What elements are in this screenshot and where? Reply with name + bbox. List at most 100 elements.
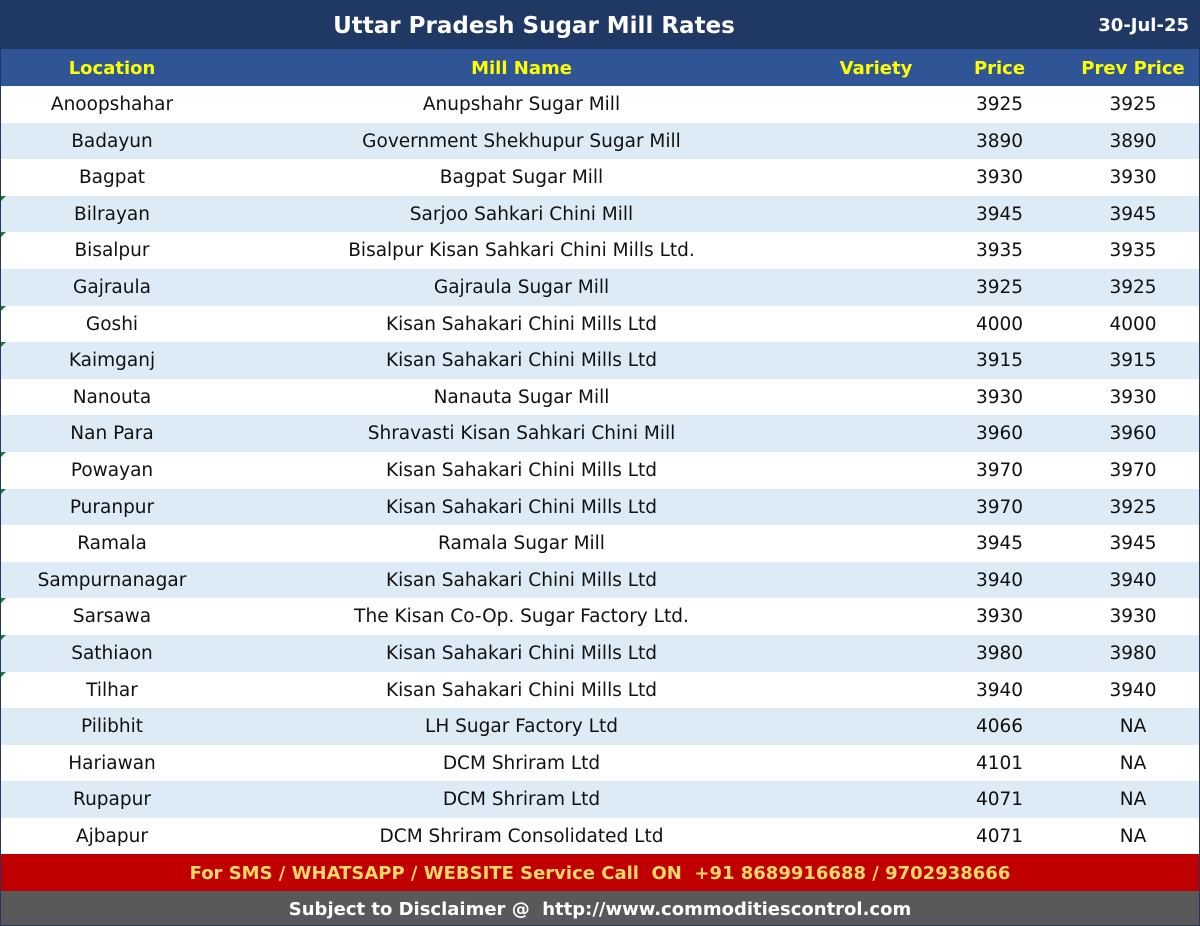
cell-mill-name: Government Shekhupur Sugar Mill [362, 130, 681, 152]
column-header-price: Price [973, 58, 1026, 79]
table-row: Rupapur DCM Shriram Ltd 4071 NA [1, 781, 1199, 818]
cell-price: 3980 [975, 642, 1024, 664]
cell-prev-price: 3970 [1109, 459, 1157, 481]
disclaimer-banner: Subject to Disclaimer @ http://www.commo… [1, 891, 1199, 925]
cell-location: Nan Para [70, 423, 154, 445]
cell-prev-price: 4000 [1109, 313, 1157, 335]
cell-location: Pilibhit [80, 716, 144, 738]
table-row: Pilibhit LH Sugar Factory Ltd 4066 NA [1, 708, 1199, 745]
cell-price: 3915 [975, 350, 1024, 372]
cell-variety [820, 342, 932, 379]
cell-variety [820, 635, 932, 672]
cell-price: 3945 [975, 203, 1024, 225]
cell-prev-price: 3945 [1109, 203, 1157, 225]
cell-price: 3940 [975, 679, 1024, 701]
table-row: Sampurnanagar Kisan Sahakari Chini Mills … [1, 561, 1199, 599]
cell-location: Puranpur [69, 496, 155, 518]
table-row: Powayan Kisan Sahakari Chini Mills Ltd 397… [1, 451, 1199, 489]
report-date: 30-Jul-25 [1098, 15, 1189, 36]
cell-prev-price: 3945 [1109, 533, 1157, 555]
cell-mill-name: Anupshahr Sugar Mill [422, 94, 621, 115]
table-row: Hariawan DCM Shriram Ltd 4101 NA [1, 745, 1199, 782]
cell-mill-name: Sarjoo Sahkari Chini Mill [409, 203, 634, 225]
cell-location: Rupapur [73, 789, 151, 811]
cell-variety [820, 781, 932, 818]
cell-mill-name: LH Sugar Factory Ltd [425, 716, 618, 738]
cell-prev-price: 3925 [1109, 94, 1157, 115]
cell-prev-price: 3940 [1109, 569, 1157, 591]
table-row: Puranpur Kisan Sahakari Chini Mills Ltd 39… [1, 488, 1199, 526]
cell-location: Sathiaon [71, 642, 153, 664]
cell-variety [820, 123, 932, 160]
cell-mill-name: Shravasti Kisan Sahkari Chini Mill [367, 423, 676, 445]
cell-variety [820, 159, 932, 196]
cell-variety [820, 708, 932, 745]
cell-location: Tilhar [86, 679, 138, 701]
cell-variety [820, 379, 932, 416]
cell-prev-price: 3930 [1109, 606, 1157, 628]
cell-variety [820, 598, 932, 635]
service-contact-banner: For SMS / WHATSAPP / WEBSITE Service Cal… [1, 854, 1199, 891]
cell-mill-name: DCM Shriram Ltd [442, 752, 601, 774]
cell-location: Bisalpur [74, 240, 150, 262]
cell-prev-price: 3940 [1109, 679, 1157, 701]
cell-mill-name: DCM Shriram Ltd [442, 789, 601, 811]
cell-mill-name: The Kisan Co-Op. Sugar Factory Ltd. [354, 606, 689, 628]
cell-mill-name: Kisan Sahakari Chini Mills Ltd [385, 313, 658, 335]
cell-mill-name: Bagpat Sugar Mill [439, 167, 604, 189]
cell-variety [820, 86, 932, 123]
cell-variety [820, 745, 932, 782]
cell-variety [820, 306, 932, 343]
cell-price: 3970 [975, 459, 1024, 481]
cell-mill-name: Kisan Sahakari Chini Mills Ltd [385, 350, 658, 372]
cell-price: 3890 [975, 130, 1024, 152]
cell-variety [820, 452, 932, 489]
table-body: Anoopshahar Anupshahr Sugar Mill 3925 3925 B… [1, 86, 1199, 854]
table-row: Tilhar Kisan Sahakari Chini Mills Ltd 3940… [1, 671, 1199, 709]
cell-mill-name: Kisan Sahakari Chini Mills Ltd [385, 679, 658, 701]
table-header: Location Mill Name Variety Price Prev Pr… [1, 49, 1199, 86]
cell-price: 4071 [975, 825, 1024, 847]
cell-location: Hariawan [68, 752, 156, 774]
cell-mill-name: DCM Shriram Consolidated Ltd [379, 825, 664, 847]
cell-prev-price: NA [1119, 752, 1147, 774]
column-header-mill-name: Mill Name [471, 58, 572, 79]
cell-location: Goshi [85, 313, 139, 335]
cell-prev-price: 3960 [1109, 423, 1157, 445]
table-row: Sathiaon Kisan Sahakari Chini Mills Ltd 39… [1, 634, 1199, 672]
table-row: Kaimganj Kisan Sahakari Chini Mills Ltd 39… [1, 342, 1199, 379]
cell-price: 3930 [975, 606, 1024, 628]
cell-prev-price: 3925 [1109, 276, 1157, 298]
cell-prev-price: 3925 [1109, 496, 1157, 518]
cell-location: Powayan [70, 459, 154, 481]
cell-price: 3935 [975, 240, 1024, 262]
cell-variety [820, 196, 932, 233]
cell-prev-price: 3890 [1109, 130, 1157, 152]
cell-price: 4071 [975, 789, 1024, 811]
cell-location: Bagpat [78, 167, 146, 189]
table-row: Bagpat Bagpat Sugar Mill 3930 3930 [1, 159, 1199, 196]
table-row: Gajraula Gajraula Sugar Mill 3925 3925 [1, 268, 1199, 306]
table-row: Goshi Kisan Sahakari Chini Mills Ltd 4000 4… [1, 305, 1199, 343]
cell-price: 4000 [975, 313, 1024, 335]
cell-price: 4066 [975, 716, 1024, 738]
cell-mill-name: Kisan Sahakari Chini Mills Ltd [385, 459, 658, 481]
cell-price: 3970 [975, 496, 1024, 518]
cell-mill-name: Kisan Sahakari Chini Mills Ltd [385, 569, 658, 591]
cell-price: 3940 [975, 569, 1024, 591]
cell-location: Ajbapur [76, 825, 148, 847]
cell-location: Anoopshahar [50, 94, 174, 115]
cell-price: 3925 [975, 94, 1024, 115]
page-title: Uttar Pradesh Sugar Mill Rates [333, 13, 735, 39]
table-row: Badayun Government Shekhupur Sugar Mill 38… [1, 122, 1199, 160]
cell-mill-name: Kisan Sahakari Chini Mills Ltd [385, 642, 658, 664]
table-row: Nanouta Nanauta Sugar Mill 3930 3930 [1, 379, 1199, 416]
cell-variety [820, 672, 932, 709]
column-header-prev-price: Prev Price [1081, 58, 1185, 79]
cell-mill-name: Nanauta Sugar Mill [433, 386, 610, 408]
cell-location: Nanouta [72, 386, 152, 408]
cell-location: Bilrayan [74, 203, 150, 225]
cell-prev-price: NA [1119, 716, 1147, 738]
cell-price: 3930 [975, 386, 1024, 408]
title-bar: Uttar Pradesh Sugar Mill Rates 30-Jul-25 [1, 1, 1199, 49]
